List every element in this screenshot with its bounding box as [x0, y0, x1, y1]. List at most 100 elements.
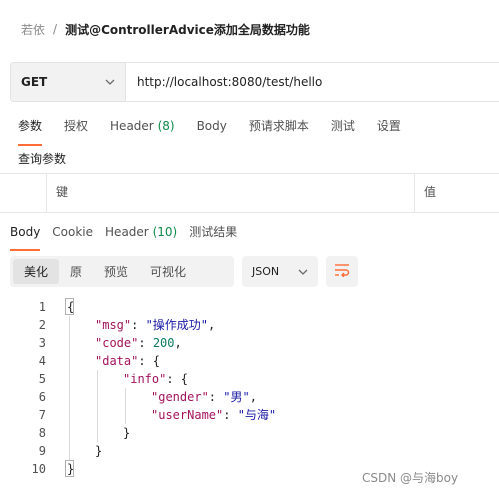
json-token-punct: : [223, 408, 238, 422]
code-text: "data": { [95, 352, 160, 370]
line-number: 2 [38, 318, 46, 332]
req-tab-6[interactable]: 设置 [377, 117, 401, 141]
request-tabs: 参数 授权 Header (8) Body 预请求脚本 测试 设置 [18, 117, 423, 146]
req-tab-4[interactable]: 预请求脚本 [249, 117, 309, 141]
code-text: "msg": "操作成功", [95, 316, 215, 334]
json-token-punct: : [131, 318, 146, 332]
json-token-str: "与海" [237, 408, 277, 422]
key-column-header: 键 [56, 185, 69, 199]
breadcrumb-parent[interactable]: 若依 [21, 21, 45, 38]
response-body[interactable]: 1{2 "msg": "操作成功", 3 "code": 200, 4 "data": {… [0, 298, 499, 478]
line-number: 3 [38, 336, 46, 350]
line-number: 7 [38, 408, 46, 422]
code-line: 7 "userName": "与海" [0, 406, 499, 424]
code-text: "gender": "男", [151, 388, 257, 406]
response-tabs: Body Cookie Header (10) 测试结果 [10, 223, 249, 251]
watermark: CSDN @与海boy [362, 471, 459, 485]
json-token-key: "gender" [151, 390, 209, 404]
tab-label: 预请求脚本 [248, 119, 309, 133]
view-mode-group: 美化原预览 可视化 [10, 256, 234, 287]
url-input[interactable] [126, 63, 499, 101]
json-token-punct: : [208, 390, 224, 404]
wrap-lines-button[interactable] [326, 256, 358, 287]
code-text: "code": 200, [95, 334, 182, 352]
breadcrumb: 若依 / 测试@ControllerAdvice添加全局数据功能 [21, 20, 310, 38]
json-token-punct: , [208, 318, 216, 332]
req-tab-1[interactable]: 授权 [64, 117, 88, 141]
resp-tab-1[interactable]: Cookie [52, 223, 93, 247]
tab-label: Header [105, 225, 149, 239]
resp-tab-2[interactable]: Header (10) [105, 223, 177, 247]
method-label: GET [21, 75, 48, 89]
params-table: 键 值 [0, 173, 499, 213]
view-mode-button-3[interactable]: 可视化 [139, 259, 197, 284]
json-token-key: "userName" [151, 408, 224, 422]
bracket-match-highlight [65, 298, 74, 315]
line-number: 10 [31, 462, 46, 476]
tab-label: Body [10, 225, 41, 239]
method-select[interactable]: GET [11, 63, 126, 101]
code-line: 9} [0, 442, 499, 460]
json-token-num: 200 [152, 336, 175, 350]
breadcrumb-separator: / [53, 22, 58, 36]
line-number: 1 [38, 300, 46, 314]
code-text: "info": { [123, 370, 188, 388]
chevron-down-icon [105, 79, 115, 85]
table-divider [414, 174, 415, 212]
chevron-down-icon [298, 269, 308, 275]
line-number: 5 [38, 372, 46, 386]
format-select[interactable]: JSON [242, 256, 318, 287]
request-title[interactable]: 测试@ControllerAdvice添加全局数据功能 [65, 21, 310, 38]
line-number: 4 [38, 354, 46, 368]
tab-label: Body [196, 119, 227, 133]
tab-label: 参数 [18, 119, 43, 133]
req-tab-0[interactable]: 参数 [18, 117, 43, 146]
view-mode-button-0[interactable]: 美化 [13, 259, 60, 284]
json-token-punct: } [95, 444, 103, 458]
tab-label: Header [110, 119, 154, 133]
json-token-punct: : [138, 336, 153, 350]
json-token-key: "data" [95, 354, 139, 368]
code-line: 3 "code": 200, [0, 334, 499, 352]
code-line: 4 "data": { [0, 352, 499, 370]
request-bar: GET [10, 62, 499, 102]
code-line: 6 "gender": "男", [0, 388, 499, 406]
json-token-key: "code" [95, 336, 139, 350]
tab-count-badge: (8) [157, 119, 175, 133]
json-token-punct: } [123, 426, 131, 440]
resp-tab-3[interactable]: 测试结果 [189, 223, 237, 247]
json-token-punct: , [174, 336, 182, 350]
tab-label: Cookie [52, 225, 94, 239]
json-token-str: "操作成功" [145, 318, 209, 332]
format-label: JSON [252, 265, 280, 278]
json-token-str: "男" [223, 390, 250, 404]
json-token-punct: : { [166, 372, 189, 386]
req-tab-2[interactable]: Header (8) [110, 117, 175, 141]
view-mode-button-2[interactable]: 预览 [93, 259, 139, 284]
line-number: 6 [38, 390, 46, 404]
code-text: } [95, 442, 102, 460]
bracket-match-highlight [65, 460, 74, 477]
req-tab-3[interactable]: Body [197, 117, 227, 141]
tab-label: 测试 [330, 119, 355, 133]
line-number: 9 [38, 444, 46, 458]
resp-tab-0[interactable]: Body [10, 223, 41, 251]
tab-label: 测试结果 [189, 225, 238, 239]
table-divider [46, 174, 47, 212]
tab-label: 设置 [376, 119, 401, 133]
req-tab-5[interactable]: 测试 [331, 117, 355, 141]
tab-label: 授权 [64, 119, 89, 133]
code-line: 5 "info": { [0, 370, 499, 388]
tab-count-badge: (10) [152, 225, 178, 239]
wrap-lines-icon [334, 263, 350, 280]
code-text: "userName": "与海" [151, 406, 276, 424]
code-line: 8} [0, 424, 499, 442]
json-token-key: "msg" [95, 318, 132, 332]
code-text: } [123, 424, 130, 442]
code-line: 2 "msg": "操作成功", [0, 316, 499, 334]
code-line: 1{ [0, 298, 499, 316]
view-mode-button-1[interactable]: 原 [59, 259, 93, 284]
query-params-title: 查询参数 [18, 152, 67, 166]
line-number: 8 [38, 426, 46, 440]
value-column-header: 值 [424, 185, 437, 199]
